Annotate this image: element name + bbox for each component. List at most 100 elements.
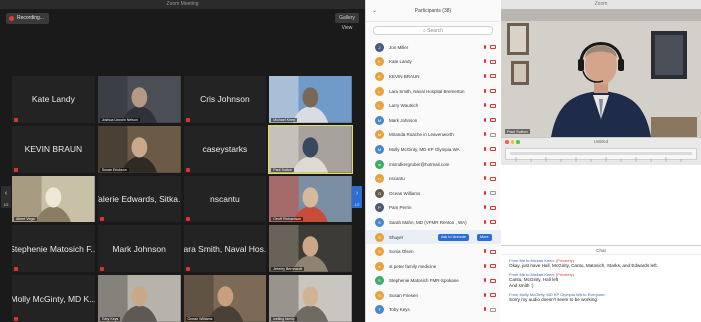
recording-indicator[interactable]: Recording... (6, 13, 49, 24)
participant-row[interactable]: M Mark Johnson (366, 113, 501, 128)
video-tile[interactable]: Jeremy Bernhardt (269, 225, 352, 273)
participant-row[interactable]: S Sarah Mahn, MD (VFMR Renton , WA) (366, 215, 501, 230)
avatar: L (375, 101, 384, 111)
participant-name: Sonia Olsen (389, 249, 414, 255)
participant-row[interactable]: L Lara Smith, Naval Hospital Bremerton (366, 84, 501, 99)
video-tile[interactable]: Toby Keys (97, 275, 181, 322)
chevron-left-icon: ‹ (4, 190, 8, 197)
participant-row[interactable]: s st peter family medicine (366, 259, 501, 274)
document-area[interactable] (501, 165, 701, 245)
video-tile[interactable]: Lara Smith, Naval Hos... (183, 225, 267, 273)
participant-row[interactable]: S Susan Friesen (366, 288, 501, 303)
next-page-button[interactable]: › 1/2 (352, 186, 362, 208)
participant-row[interactable]: S Shuyer Ask to Unmute More (366, 229, 501, 245)
camera-icon (490, 147, 496, 152)
participant-name: Mark Johnson (389, 117, 418, 123)
video-tile[interactable]: Stephenie Matosich F... (12, 225, 95, 273)
participant-status (482, 132, 496, 137)
participant-status (482, 263, 496, 269)
avatar: P (375, 203, 384, 213)
participant-row[interactable]: L Larry Wautrich (366, 98, 501, 113)
camera-icon (490, 59, 496, 64)
video-tile[interactable]: KEVIN BRAUN (12, 125, 95, 173)
participant-row[interactable]: M Miranda Roache in Leavenworth (366, 128, 501, 143)
minimize-icon[interactable] (510, 140, 514, 144)
view-toggle-button[interactable]: Gallery View (335, 13, 359, 31)
participant-row[interactable]: P Pam Perrin (366, 201, 501, 216)
participant-row[interactable]: S Sonia Olsen (366, 244, 501, 259)
avatar: m (375, 159, 384, 169)
mic-muted-icon (482, 205, 487, 210)
participant-name: Sarah Mahn, MD (VFMR Renton , WA) (389, 219, 467, 225)
participant-status (482, 146, 496, 152)
tile-participant-name: KEVIN BRAUN (24, 144, 83, 155)
participant-row[interactable]: O Ocean Williams (366, 186, 501, 201)
avatar: M (375, 115, 384, 125)
ask-to-unmute-button[interactable]: Ask to Unmute (438, 233, 469, 241)
participant-name: Susan Friesen (389, 292, 419, 298)
video-tile[interactable]: Geoff Richardson (269, 175, 352, 223)
video-tile[interactable]: Michael Keen (269, 76, 352, 123)
mic-muted-icon (482, 146, 487, 152)
avatar: J (375, 42, 384, 52)
close-icon[interactable] (505, 140, 509, 144)
tile-name-label: Susan Erickson (99, 167, 129, 172)
avatar: O (375, 188, 384, 198)
participant-row[interactable]: T Toby Keys (366, 303, 501, 318)
tile-video-feed (269, 125, 352, 173)
chevron-right-icon: › (355, 190, 359, 197)
participant-row[interactable]: K KEVIN BRAUN (366, 69, 501, 84)
video-tile[interactable]: Joshua Lincoln Nelson (97, 76, 181, 123)
chat-message: From Molly McGinty, MD KP Olympia WA to … (509, 292, 693, 303)
collapse-chevron-icon[interactable]: ⌄ (372, 7, 377, 14)
video-tile[interactable]: Ocean Williams (183, 275, 267, 322)
participant-row[interactable]: J Jon Miller (366, 40, 501, 55)
participant-name: msmdkergruber@hotmail.com (389, 161, 450, 167)
video-tile[interactable]: welling family (269, 275, 352, 322)
camera-icon (490, 249, 496, 254)
tile-participant-name: Mark Johnson (112, 243, 166, 254)
video-tile[interactable]: nscantu (183, 175, 267, 223)
camera-icon (490, 205, 496, 210)
camera-icon (490, 118, 496, 123)
gallery-window: Zoom Meeting Recording... Gallery View K… (0, 0, 365, 322)
mic-muted-icon (482, 161, 487, 167)
participant-row[interactable]: M Molly McGinty, MD KP Olympia WA (366, 142, 501, 157)
participant-row[interactable]: m msmdkergruber@hotmail.com (366, 157, 501, 172)
participant-name: Miranda Roache in Leavenworth (389, 132, 454, 138)
chat-message-text: And smith :) (509, 283, 534, 288)
video-tile[interactable]: Susan Erickson (97, 125, 181, 173)
window-controls (505, 140, 520, 144)
mic-muted-icon (482, 278, 487, 283)
video-tile[interactable]: caseystarks (183, 125, 267, 173)
video-tile[interactable]: Paul Sutton (268, 124, 353, 174)
muted-mic-icon (14, 167, 18, 172)
participants-panel: ⌄ Participants (38) ⌕ Search J Jon Miller… (365, 0, 501, 322)
participants-search-input[interactable]: ⌕ Search (373, 26, 493, 35)
participant-row[interactable]: K Kate Landy (366, 55, 501, 70)
participant-name: KEVIN BRAUN (389, 73, 420, 79)
participant-status (482, 103, 496, 108)
participant-row[interactable]: S Stephenie Matosich FMR-Spokane (366, 274, 501, 289)
prev-page-button[interactable]: ‹ 1/2 (1, 186, 11, 208)
more-button[interactable]: More (477, 233, 492, 241)
video-tile[interactable]: Cris Johnson (183, 76, 267, 123)
tile-name-label: Michael Keen (271, 117, 298, 122)
mic-muted-icon (482, 117, 487, 123)
mic-muted-icon (482, 73, 487, 79)
avatar: S (375, 290, 384, 300)
tile-participant-name: Cris Johnson (200, 94, 250, 105)
participant-status (482, 176, 496, 181)
mic-muted-icon (482, 88, 487, 94)
editor-titlebar: Untitled (501, 138, 701, 146)
editor-ruler[interactable] (505, 148, 697, 162)
maximize-icon[interactable] (516, 140, 520, 144)
tile-name-label: Joshua Lincoln Nelson (99, 117, 140, 122)
video-tile[interactable]: Kate Landy (12, 76, 95, 123)
video-tile[interactable]: Molly McGinty, MD K... (12, 275, 95, 322)
participant-row[interactable]: n nscantu (366, 171, 501, 186)
speaker-window: Zoom Paul Sutton (501, 0, 701, 137)
video-tile[interactable]: Mark Johnson (97, 225, 181, 273)
video-tile[interactable]: Albert Vega (12, 175, 95, 223)
video-tile[interactable]: Valerie Edwards, Sitka... (97, 175, 181, 223)
